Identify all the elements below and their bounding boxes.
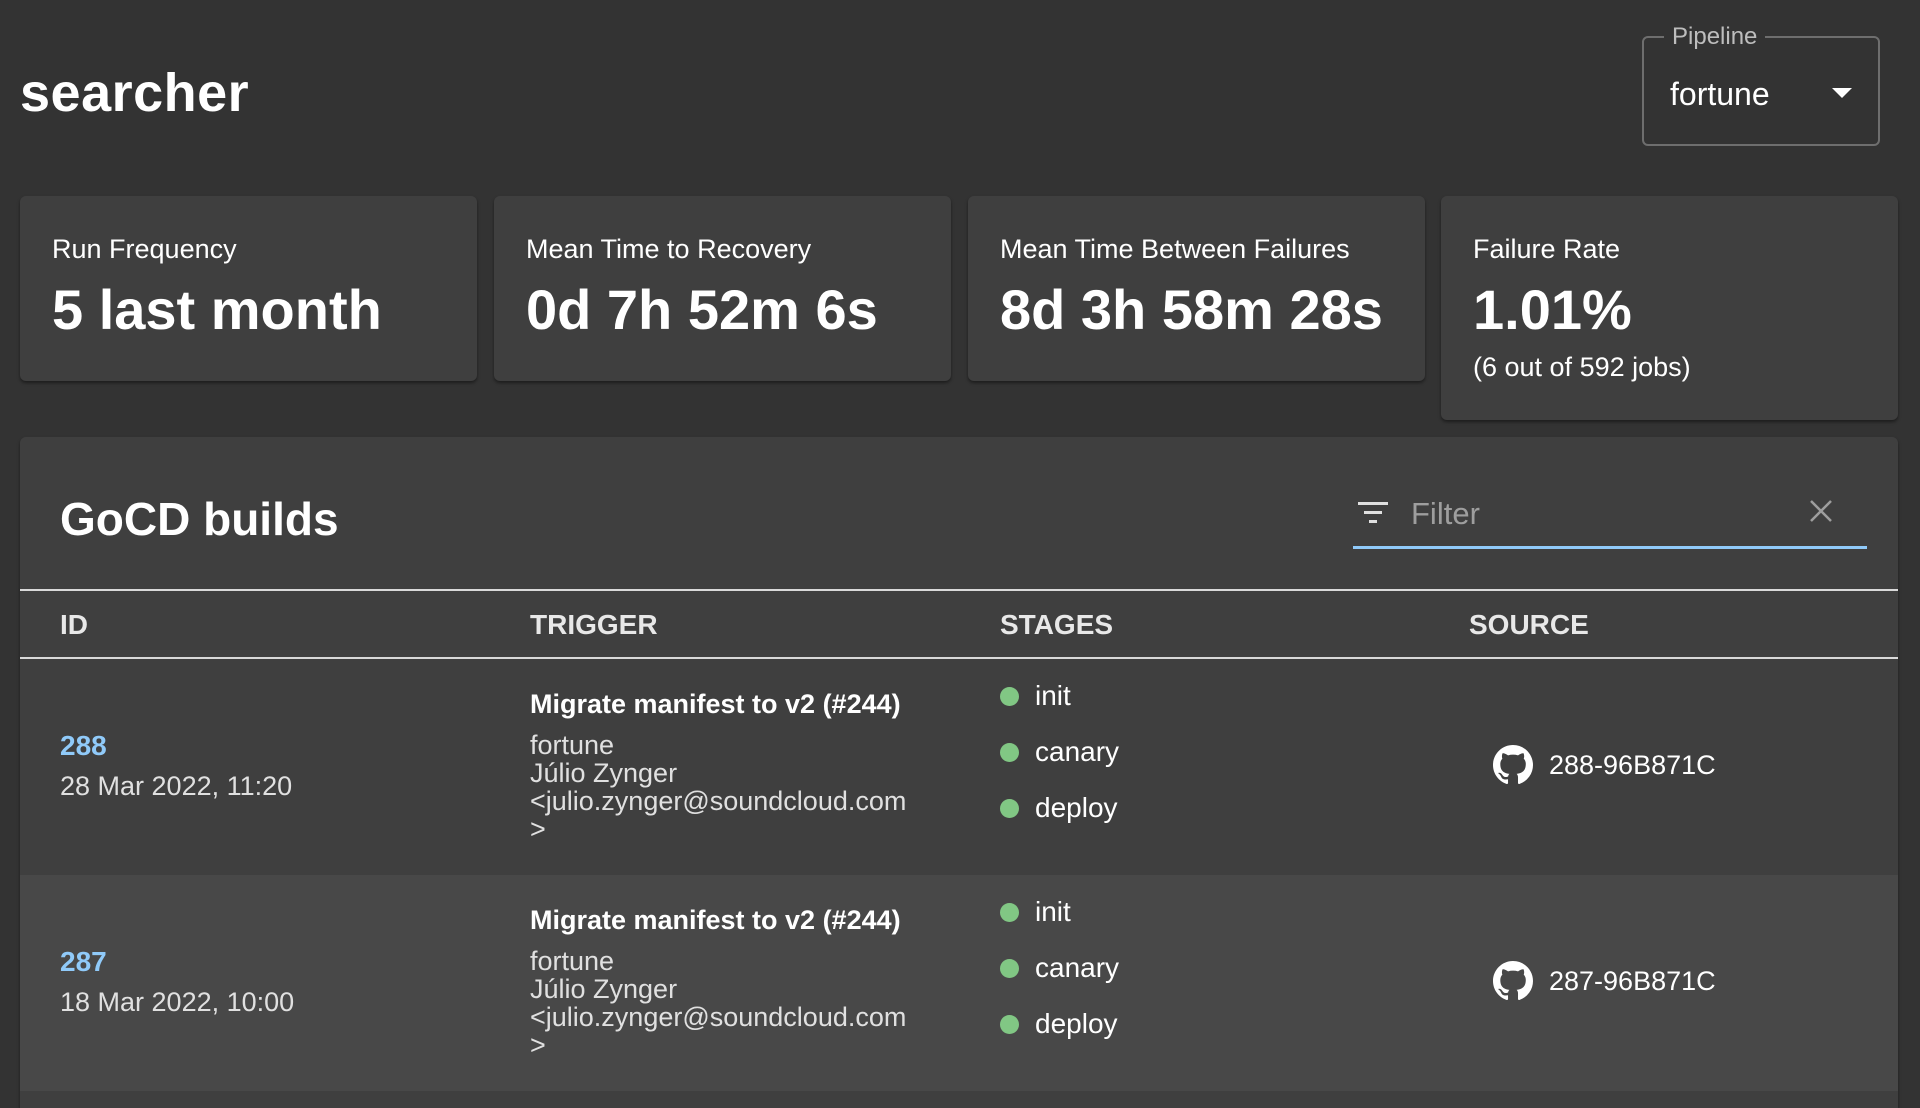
stage-label: deploy [1035, 1008, 1118, 1039]
page-title: searcher [20, 63, 250, 123]
trigger-pipeline: fortune [530, 946, 615, 976]
metric-sub: (6 out of 592 jobs) [1473, 352, 1691, 382]
pipeline-select[interactable]: Pipeline fortune [1642, 24, 1880, 146]
pipeline-select-label: Pipeline [1664, 24, 1766, 50]
trigger-meta: fortune Júlio Zynger <julio.zynger@sound… [530, 947, 950, 1059]
metric-label: Mean Time to Recovery [526, 234, 812, 264]
metric-card-mtbf: Mean Time Between Failures 8d 3h 58m 28s [968, 196, 1425, 381]
metric-label: Run Frequency [52, 234, 237, 264]
trigger-email: <julio.zynger@soundcloud.com [530, 786, 907, 816]
stage-label: init [1035, 896, 1071, 927]
filter-field [1353, 479, 1867, 549]
trigger-title: Migrate manifest to v2 (#244) [530, 905, 901, 935]
trigger-email: <julio.zynger@soundcloud.com [530, 1002, 907, 1032]
pipeline-select-value: fortune [1670, 76, 1770, 112]
stage-status-dot [1000, 959, 1019, 978]
metric-value: 0d 7h 52m 6s [526, 278, 878, 341]
table-row: 287 18 Mar 2022, 10:00 Migrate manifest … [20, 875, 1898, 1091]
filter-list-icon [1357, 501, 1389, 530]
metric-value: 5 last month [52, 278, 382, 341]
close-icon[interactable] [1807, 497, 1835, 530]
github-icon [1493, 745, 1533, 790]
metric-value: 8d 3h 58m 28s [1000, 278, 1383, 341]
metric-card-mttr: Mean Time to Recovery 0d 7h 52m 6s [494, 196, 951, 381]
stage-status-dot [1000, 1015, 1019, 1034]
trigger-author: Júlio Zynger [530, 974, 678, 1004]
stage-label: init [1035, 680, 1071, 711]
stage-status-dot [1000, 687, 1019, 706]
stage-label: canary [1035, 952, 1120, 983]
table-header: ID TRIGGER STAGES SOURCE [20, 589, 1898, 659]
builds-panel: GoCD builds ID TRIGGER STAGES SOURCE 288… [20, 437, 1898, 1108]
build-date: 28 Mar 2022, 11:20 [60, 771, 293, 801]
trigger-meta: fortune Júlio Zynger <julio.zynger@sound… [530, 731, 950, 843]
column-header-id: ID [60, 609, 88, 640]
build-id-link[interactable]: 287 [60, 945, 107, 979]
metric-label: Failure Rate [1473, 234, 1621, 264]
metric-card-run-frequency: Run Frequency 5 last month [20, 196, 477, 381]
source-label: 288-96B871C [1549, 750, 1716, 780]
trigger-pipeline: fortune [530, 730, 615, 760]
trigger-email-end: > [530, 814, 546, 844]
builds-title: GoCD builds [60, 493, 339, 545]
trigger-title: Migrate manifest to v2 (#244) [530, 689, 901, 719]
column-header-trigger: TRIGGER [530, 609, 658, 640]
build-date: 18 Mar 2022, 10:00 [60, 987, 295, 1017]
build-id-link[interactable]: 288 [60, 729, 107, 763]
stage-label: canary [1035, 736, 1120, 767]
metric-label: Mean Time Between Failures [1000, 234, 1350, 264]
column-header-source: SOURCE [1469, 609, 1589, 640]
github-icon [1493, 961, 1533, 1006]
source-label: 287-96B871C [1549, 966, 1716, 996]
table-row: 288 28 Mar 2022, 11:20 Migrate manifest … [20, 659, 1898, 875]
caret-down-icon [1832, 88, 1852, 98]
trigger-email-end: > [530, 1030, 546, 1060]
column-header-stages: STAGES [1000, 609, 1114, 640]
filter-input[interactable] [1409, 491, 1793, 537]
stage-label: deploy [1035, 792, 1118, 823]
stage-status-dot [1000, 903, 1019, 922]
metric-value: 1.01% [1473, 278, 1632, 341]
trigger-author: Júlio Zynger [530, 758, 678, 788]
metric-card-failure-rate: Failure Rate 1.01% (6 out of 592 jobs) [1441, 196, 1898, 420]
stage-status-dot [1000, 799, 1019, 818]
stage-status-dot [1000, 743, 1019, 762]
